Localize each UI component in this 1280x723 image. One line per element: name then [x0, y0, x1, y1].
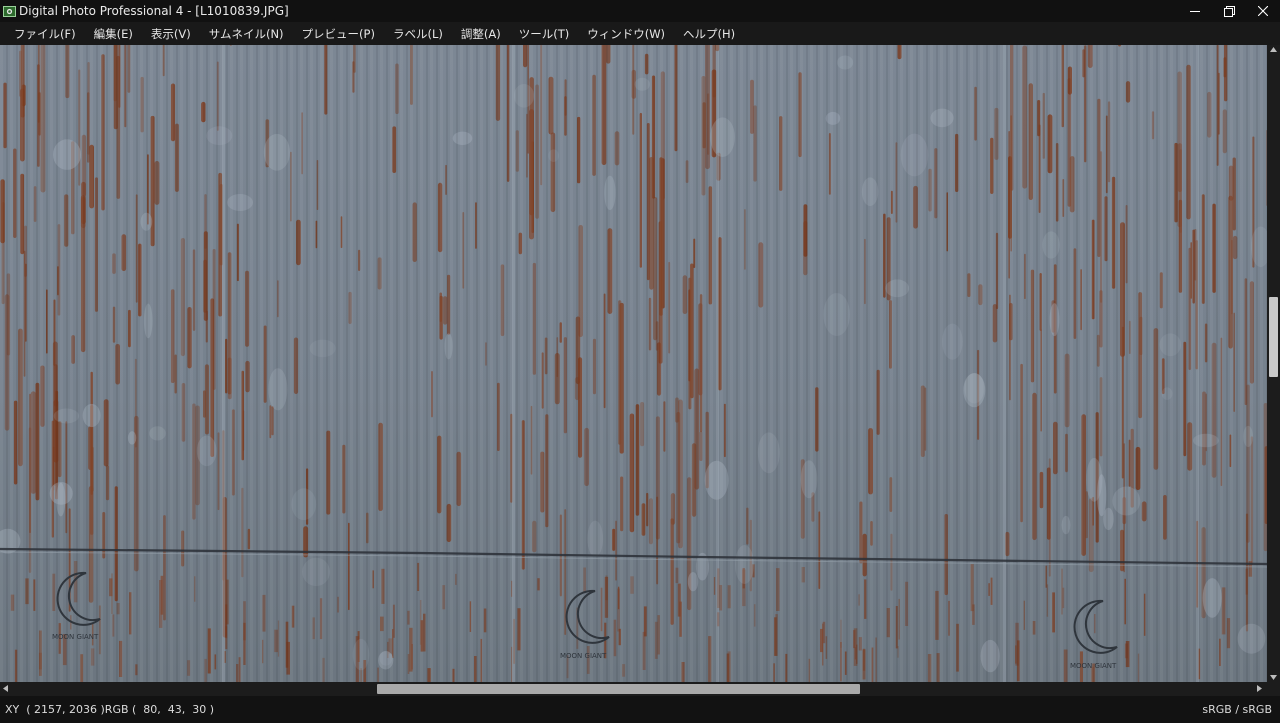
menu-edit[interactable]: 編集(E) [85, 22, 142, 45]
restore-button[interactable] [1212, 0, 1246, 22]
close-icon [1258, 6, 1268, 16]
menu-view[interactable]: 表示(V) [142, 22, 200, 45]
app-icon [3, 5, 16, 18]
menu-adjust[interactable]: 調整(A) [452, 22, 510, 45]
scroll-left-icon[interactable] [3, 685, 8, 692]
panel-edge [1196, 45, 1199, 682]
scroll-up-icon[interactable] [1270, 47, 1277, 52]
menu-window[interactable]: ウィンドウ(W) [578, 22, 674, 45]
menu-preview[interactable]: プレビュー(P) [293, 22, 384, 45]
scroll-corner [1267, 682, 1280, 696]
window-controls [1178, 0, 1280, 22]
menu-thumbnail[interactable]: サムネイル(N) [200, 22, 293, 45]
vertical-scrollbar[interactable] [1267, 45, 1280, 682]
logo-text-right: MOON GIANT [1070, 662, 1117, 670]
window-title: Digital Photo Professional 4 - [L1010839… [19, 4, 289, 18]
panel-edge [1003, 45, 1006, 682]
pixel-readout: XY ( 2157, 2036 )RGB ( 80, 43, 30 ) [5, 703, 215, 716]
image-preview[interactable]: MOON GIANT MOON GIANT MOON GIANT [0, 45, 1267, 682]
menu-file[interactable]: ファイル(F) [0, 22, 85, 45]
horizontal-scrollbar[interactable] [0, 682, 1267, 696]
status-bar: XY ( 2157, 2036 )RGB ( 80, 43, 30 ) sRGB… [0, 696, 1280, 723]
menu-help[interactable]: ヘルプ(H) [674, 22, 744, 45]
panel-edge [512, 45, 515, 682]
close-button[interactable] [1246, 0, 1280, 22]
menu-label[interactable]: ラベル(L) [384, 22, 452, 45]
horizontal-scroll-thumb[interactable] [377, 684, 860, 694]
menu-tools[interactable]: ツール(T) [510, 22, 579, 45]
minimize-button[interactable] [1178, 0, 1212, 22]
color-space: sRGB / sRGB [1202, 703, 1272, 716]
restore-icon [1223, 5, 1235, 17]
photo-image: MOON GIANT MOON GIANT MOON GIANT [0, 45, 1267, 682]
scroll-right-icon[interactable] [1257, 685, 1262, 692]
title-bar: Digital Photo Professional 4 - [L1010839… [0, 0, 1280, 22]
scroll-down-icon[interactable] [1270, 675, 1277, 680]
vertical-scroll-thumb[interactable] [1269, 297, 1278, 377]
minimize-icon [1190, 11, 1200, 12]
menu-bar: ファイル(F) 編集(E) 表示(V) サムネイル(N) プレビュー(P) ラベ… [0, 22, 1280, 45]
logo-text-left: MOON GIANT [52, 633, 99, 641]
panel-edge [716, 45, 719, 682]
logo-text-center: MOON GIANT [560, 652, 607, 660]
panel-edge [222, 45, 225, 682]
